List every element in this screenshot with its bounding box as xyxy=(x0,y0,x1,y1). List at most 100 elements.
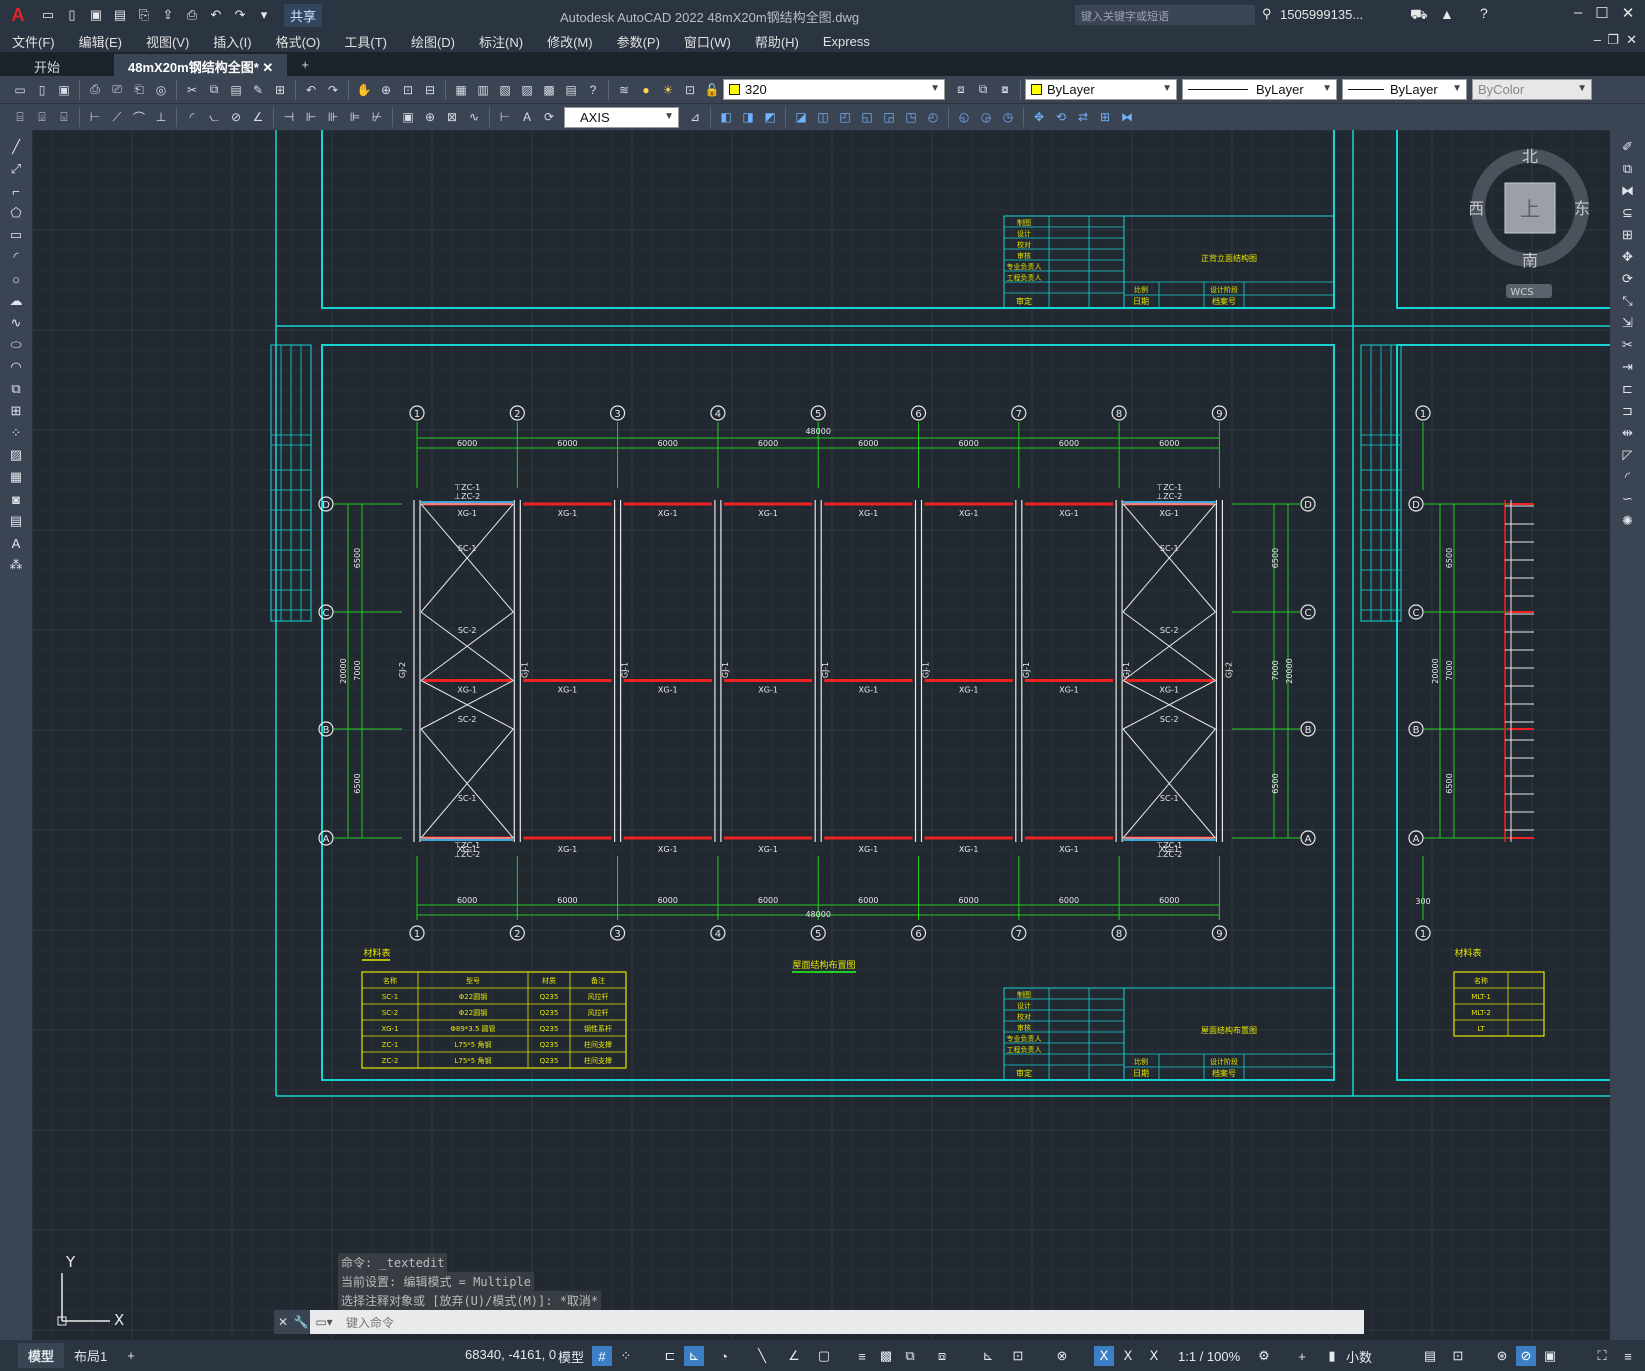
import-icon[interactable]: ⎘ xyxy=(134,5,154,25)
linetype-dropdown[interactable]: ByLayer ▼ xyxy=(1182,79,1337,100)
layer-lock-icon[interactable]: 🔓 xyxy=(702,80,722,100)
ordinate-dim-icon[interactable]: ⊥ xyxy=(151,107,171,127)
units-icon[interactable]: ▮ xyxy=(1322,1346,1342,1366)
arc-length-icon[interactable]: ⌒ xyxy=(129,107,149,127)
menu-insert[interactable]: 插入(I) xyxy=(201,32,263,51)
annotation-monitor-icon[interactable]: + xyxy=(1292,1346,1312,1366)
join-icon[interactable]: ⇹ xyxy=(1615,422,1641,444)
subtract-icon[interactable]: ◴ xyxy=(923,107,943,127)
auto-scale-icon[interactable]: Ⅹ xyxy=(1118,1346,1138,1366)
layer-previous-icon[interactable]: ⧉ xyxy=(973,80,993,100)
zoom-previous-icon[interactable]: ⊟ xyxy=(420,80,440,100)
3d-rotate-icon[interactable]: ⟲ xyxy=(1051,107,1071,127)
doc-minimize-icon[interactable]: – xyxy=(1594,32,1601,47)
trim-icon[interactable]: ✂ xyxy=(1615,334,1641,356)
scale-icon[interactable]: ⤡ xyxy=(1615,290,1641,312)
tab-close-icon[interactable]: ✕ xyxy=(262,60,273,75)
save-icon[interactable]: ▣ xyxy=(54,80,74,100)
menu-modify[interactable]: 修改(M) xyxy=(535,32,605,51)
3d-move-icon[interactable]: ✥ xyxy=(1029,107,1049,127)
3d-array-icon[interactable]: ⊞ xyxy=(1095,107,1115,127)
extend-icon[interactable]: ⇥ xyxy=(1615,356,1641,378)
3d-mirror-icon[interactable]: ⧓ xyxy=(1117,107,1137,127)
sheet-set-icon[interactable]: ▨ xyxy=(517,80,537,100)
move-icon[interactable]: ✥ xyxy=(1615,246,1641,268)
radius-dim-icon[interactable]: ◜ xyxy=(182,107,202,127)
annotation-scale-icon[interactable]: Ⅹ xyxy=(1144,1346,1164,1366)
zoom-realtime-icon[interactable]: ⊕ xyxy=(376,80,396,100)
menu-edit[interactable]: 编辑(E) xyxy=(67,32,134,51)
command-input[interactable]: 键入命令 xyxy=(346,1314,394,1331)
transparency-icon[interactable]: ▩ xyxy=(876,1346,896,1366)
extrude-icon[interactable]: ◪ xyxy=(791,107,811,127)
menu-express[interactable]: Express xyxy=(811,34,882,49)
isodraft-icon[interactable]: ╲ xyxy=(752,1346,772,1366)
revolve-icon[interactable]: ◫ xyxy=(813,107,833,127)
user-account[interactable]: 1505999135... xyxy=(1280,7,1363,22)
customize-status-icon[interactable]: ≡ xyxy=(1618,1346,1638,1366)
coordinate-readout[interactable]: 68340, -4161, 0 xyxy=(465,1347,556,1362)
undo-icon[interactable]: ↶ xyxy=(206,5,226,25)
ellipse-arc-icon[interactable]: ◠ xyxy=(3,356,29,378)
rotate-icon[interactable]: ⟳ xyxy=(1615,268,1641,290)
3d-dwf-icon[interactable]: ◎ xyxy=(151,80,171,100)
fullscreen-icon[interactable]: ⛶ xyxy=(1592,1346,1612,1366)
grid-icon[interactable]: # xyxy=(592,1346,612,1366)
gizmo-icon[interactable]: ⊗ xyxy=(1050,1346,1074,1366)
doc-close-icon[interactable]: ✕ xyxy=(1626,32,1637,48)
lineweight-dropdown[interactable]: ByLayer ▼ xyxy=(1342,79,1467,100)
dimstyle-dropdown[interactable]: AXIS ▼ xyxy=(564,106,679,128)
save-icon[interactable]: ▣ xyxy=(86,5,106,25)
model-space-button[interactable]: 模型 xyxy=(558,1346,584,1366)
tool-palettes-icon[interactable]: ▧ xyxy=(495,80,515,100)
match-properties-icon[interactable]: ✎ xyxy=(248,80,268,100)
menu-window[interactable]: 窗口(W) xyxy=(672,32,743,51)
table-style-icon[interactable]: ⌺ xyxy=(54,107,74,127)
tab-model[interactable]: 模型 xyxy=(18,1343,65,1368)
cart-icon[interactable]: ⛟ xyxy=(1410,6,1428,25)
copy-object-icon[interactable]: ⧉ xyxy=(1615,158,1641,180)
dimedit-icon[interactable]: ⊢ xyxy=(495,107,515,127)
explode-icon[interactable]: ✺ xyxy=(1615,510,1641,532)
rectangle-icon[interactable]: ▭ xyxy=(3,224,29,246)
angular-dim-icon[interactable]: ∠ xyxy=(248,107,268,127)
redo-icon[interactable]: ↷ xyxy=(230,5,250,25)
plot-icon[interactable]: ⎙ xyxy=(85,80,105,100)
doc-restore-icon[interactable]: ❐ xyxy=(1607,32,1619,48)
annotation-visibility-icon[interactable]: Ⅹ xyxy=(1094,1346,1114,1366)
3d-align-icon[interactable]: ⇄ xyxy=(1073,107,1093,127)
make-current-layer-icon[interactable]: ⧈ xyxy=(951,80,971,100)
ellipse-icon[interactable]: ⬭ xyxy=(3,334,29,356)
lock-ui-icon[interactable]: ⊡ xyxy=(1448,1346,1468,1366)
command-customize-icon[interactable]: 🔧 xyxy=(292,1310,310,1334)
color-dropdown[interactable]: ByLayer ▼ xyxy=(1025,79,1177,100)
add-selected-icon[interactable]: ⁂ xyxy=(3,554,29,576)
thicken-icon[interactable]: ◷ xyxy=(998,107,1018,127)
text-style-icon[interactable]: ⌸ xyxy=(10,107,30,127)
menu-draw[interactable]: 绘图(D) xyxy=(399,32,467,51)
menu-view[interactable]: 视图(V) xyxy=(134,32,201,51)
customize-qat-icon[interactable]: ▾ xyxy=(254,5,274,25)
command-close-icon[interactable]: ✕ xyxy=(274,1310,292,1334)
layer-viewport-icon[interactable]: ⊡ xyxy=(680,80,700,100)
layer-state-icon[interactable]: ⧇ xyxy=(995,80,1015,100)
snap-icon[interactable]: ⁘ xyxy=(616,1346,636,1366)
slice-icon[interactable]: ◶ xyxy=(976,107,996,127)
layer-dropdown[interactable]: 320 ▼ xyxy=(723,79,945,100)
mtext-icon[interactable]: A xyxy=(3,532,29,554)
wedge-icon[interactable]: ◨ xyxy=(738,107,758,127)
continue-dim-icon[interactable]: ⊪ xyxy=(323,107,343,127)
paste-icon[interactable]: ▤ xyxy=(226,80,246,100)
selection-cycling-icon[interactable]: ⧉ xyxy=(900,1346,920,1366)
aligned-dim-icon[interactable]: ⟋ xyxy=(107,107,127,127)
pan-icon[interactable]: ✋ xyxy=(354,80,374,100)
zoom-window-icon[interactable]: ⊡ xyxy=(398,80,418,100)
selection-filter-icon[interactable]: ⊡ xyxy=(1006,1346,1030,1366)
dim-style-manager-icon[interactable]: ⊿ xyxy=(685,107,705,127)
menu-format[interactable]: 格式(O) xyxy=(264,32,333,51)
tab-layout1[interactable]: 布局1 xyxy=(64,1343,117,1368)
center-mark-icon[interactable]: ⊕ xyxy=(420,107,440,127)
hardware-acceleration-icon[interactable]: ⊘ xyxy=(1516,1346,1536,1366)
tab-add[interactable]: + xyxy=(287,54,323,76)
isolate-objects-icon[interactable]: ⊛ xyxy=(1492,1346,1512,1366)
